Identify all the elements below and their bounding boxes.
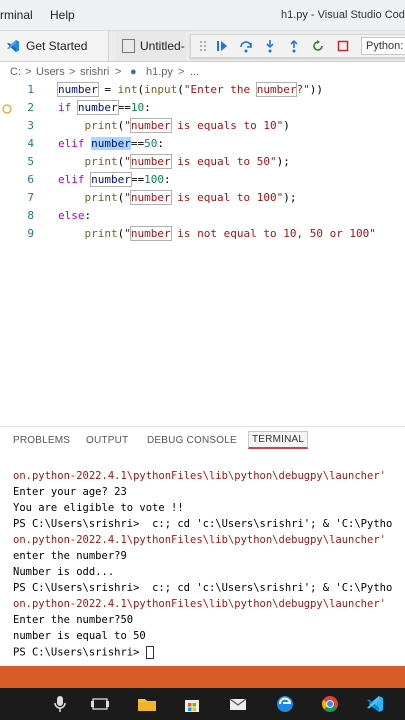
step-into-icon[interactable] xyxy=(263,39,277,53)
vscode-taskbar-icon[interactable] xyxy=(365,694,385,714)
breadcrumb-user[interactable]: srishri xyxy=(80,66,109,78)
edge-icon[interactable] xyxy=(275,694,295,714)
breadcrumb-separator: > xyxy=(115,66,122,78)
tab-label: Get Started xyxy=(26,39,88,53)
window-title: h1.py - Visual Studio Code xyxy=(280,9,405,21)
code-line: 2 if number==10: xyxy=(0,100,405,118)
terminal-line: number is equal to 50 xyxy=(13,630,146,642)
status-bar xyxy=(0,666,405,688)
store-icon[interactable] xyxy=(182,694,202,714)
terminal-line: enter the number?9 xyxy=(13,550,127,562)
terminal-prompt: PS C:\Users\srishri> xyxy=(13,646,154,662)
breadcrumb: C: > Users > srishri > ● h1.py > ... xyxy=(0,62,405,82)
line-number: 4 xyxy=(27,137,34,150)
continue-icon[interactable] xyxy=(215,39,229,53)
tab-output[interactable]: OUTPUT xyxy=(86,435,128,446)
drag-handle-icon[interactable] xyxy=(197,39,211,53)
line-number: 8 xyxy=(27,209,34,222)
stop-icon[interactable] xyxy=(336,39,350,53)
code-line: 4 elif number==50: xyxy=(0,136,405,154)
code-line: 3 print("number is equals to 10") xyxy=(0,118,405,136)
breadcrumb-separator: > xyxy=(69,66,76,78)
step-over-icon[interactable] xyxy=(239,39,253,53)
menu-help[interactable]: Help xyxy=(50,8,75,22)
chrome-icon[interactable] xyxy=(320,694,340,714)
line-number: 1 xyxy=(27,83,34,96)
terminal-cursor xyxy=(145,646,154,659)
terminal-panel[interactable]: on.python-2022.4.1\pythonFiles\lib\pytho… xyxy=(0,462,405,666)
file-explorer-icon[interactable] xyxy=(137,694,157,714)
terminal-line: Number is odd... xyxy=(13,566,115,578)
tab-problems[interactable]: PROBLEMS xyxy=(13,435,70,446)
terminal-line: PS C:\Users\srishri> c:; cd 'c:\Users\sr… xyxy=(13,582,393,594)
windows-taskbar xyxy=(0,688,405,720)
breadcrumb-drive[interactable]: C: xyxy=(10,66,21,78)
breadcrumb-file[interactable]: h1.py xyxy=(146,66,173,78)
terminal-line: on.python-2022.4.1\pythonFiles\lib\pytho… xyxy=(13,470,386,482)
python-config-select[interactable]: Python: xyxy=(361,37,405,55)
line-number: 6 xyxy=(27,173,34,186)
tab-get-started[interactable]: Get Started xyxy=(0,31,109,61)
code-line: 8 else: xyxy=(0,208,405,226)
microphone-icon[interactable] xyxy=(50,694,70,714)
menu-bar: rminal Help h1.py - Visual Studio Code xyxy=(0,0,405,31)
code-line: 6 elif number==100: xyxy=(0,172,405,190)
terminal-line: PS C:\Users\srishri> c:; cd 'c:\Users\sr… xyxy=(13,518,393,530)
tab-debug-console[interactable]: DEBUG CONSOLE xyxy=(147,435,237,446)
breadcrumb-users[interactable]: Users xyxy=(36,66,65,78)
code-line: 9 print("number is not equal to 10, 50 o… xyxy=(0,226,405,244)
mail-icon[interactable] xyxy=(228,694,248,714)
terminal-line: PS C:\Users\srishri> xyxy=(13,646,146,659)
task-view-icon[interactable] xyxy=(90,694,110,714)
line-number: 3 xyxy=(27,119,34,132)
breadcrumb-separator: > xyxy=(25,66,32,78)
python-file-icon: ● xyxy=(130,66,137,78)
terminal-line: You are eligible to vote !! xyxy=(13,502,184,514)
code-line: 7 print("number is equal to 100"); xyxy=(0,190,405,208)
tab-label: Untitled- xyxy=(140,39,185,53)
code-line: 1 number = int(input("Enter the number?"… xyxy=(0,82,405,100)
breadcrumb-more[interactable]: ... xyxy=(190,66,199,78)
code-line: 5 print("number is equal to 50"); xyxy=(0,154,405,172)
terminal-line: Enter your age? 23 xyxy=(13,486,127,498)
line-number: 2 xyxy=(27,101,34,114)
tab-terminal[interactable]: TERMINAL xyxy=(248,431,309,449)
restart-icon[interactable] xyxy=(311,39,325,53)
terminal-line: on.python-2022.4.1\pythonFiles\lib\pytho… xyxy=(13,534,386,546)
terminal-line: Enter the number?50 xyxy=(13,614,134,626)
line-number: 7 xyxy=(27,191,34,204)
terminal-line: on.python-2022.4.1\pythonFiles\lib\pytho… xyxy=(13,598,386,610)
code-editor[interactable]: 1 number = int(input("Enter the number?"… xyxy=(0,82,405,422)
step-out-icon[interactable] xyxy=(287,39,301,53)
debug-toolbar: Python: xyxy=(190,34,405,58)
breadcrumb-separator: > xyxy=(178,66,185,78)
file-icon xyxy=(122,39,135,53)
vscode-icon xyxy=(7,40,19,52)
menu-terminal[interactable]: rminal xyxy=(0,8,33,22)
panel-tab-bar: PROBLEMS OUTPUT DEBUG CONSOLE TERMINAL xyxy=(0,426,405,455)
line-number: 5 xyxy=(27,155,34,168)
line-number: 9 xyxy=(27,227,34,240)
tab-untitled[interactable]: Untitled- xyxy=(116,31,186,61)
